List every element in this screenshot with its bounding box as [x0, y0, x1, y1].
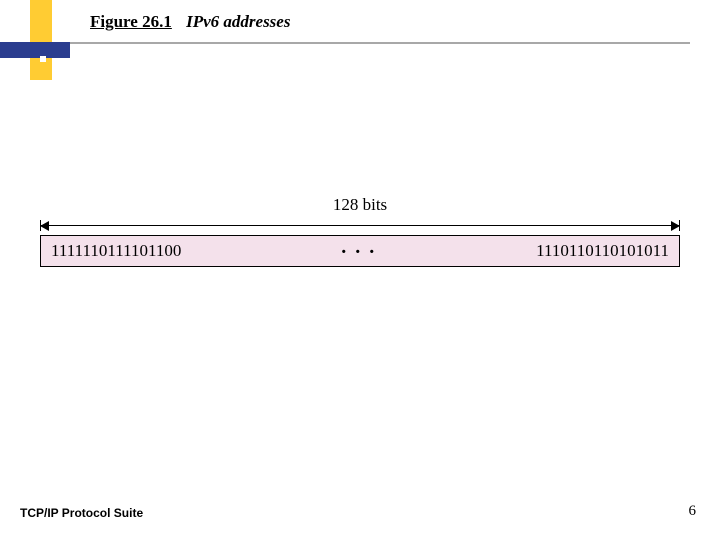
address-box: 1111110111101100 . . . 1110110110101011 — [40, 235, 680, 267]
figure-title: Figure 26.1 IPv6 addresses — [90, 12, 290, 32]
bit-width-label: 128 bits — [40, 195, 680, 215]
address-left-bits: 1111110111101100 — [51, 241, 181, 261]
page-number: 6 — [689, 503, 697, 520]
figure-number: Figure 26.1 — [90, 12, 172, 31]
ipv6-address-diagram: 128 bits 1111110111101100 . . . 11101101… — [40, 195, 680, 267]
slide-decoration — [0, 0, 90, 90]
footer-text: TCP/IP Protocol Suite — [20, 506, 143, 520]
span-arrow-icon — [40, 219, 680, 233]
figure-caption: IPv6 addresses — [186, 12, 290, 31]
title-underline — [70, 42, 690, 44]
address-right-bits: 1110110110101011 — [536, 241, 669, 261]
